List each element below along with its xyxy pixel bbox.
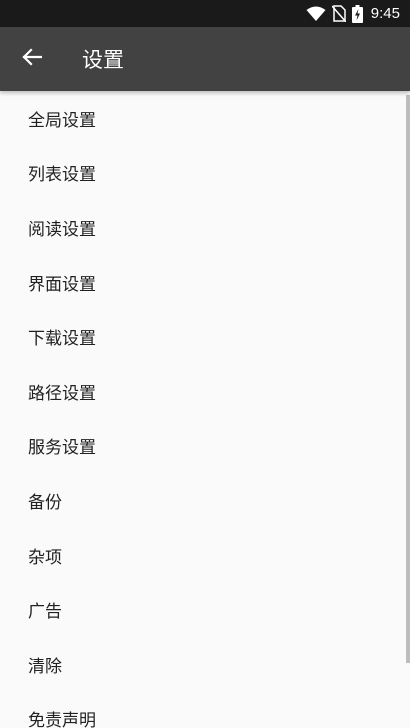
status-bar: 9:45 <box>0 0 410 27</box>
status-clock: 9:45 <box>370 5 400 22</box>
wifi-icon <box>306 6 326 22</box>
back-button[interactable] <box>0 27 64 91</box>
settings-item-global[interactable]: 全局设置 <box>0 91 410 146</box>
app-bar: 设置 <box>0 27 410 91</box>
battery-charging-icon <box>351 4 363 23</box>
settings-item-path[interactable]: 路径设置 <box>0 364 410 419</box>
settings-item-download[interactable]: 下载设置 <box>0 309 410 364</box>
settings-item-list[interactable]: 列表设置 <box>0 146 410 201</box>
page-title: 设置 <box>82 48 124 72</box>
settings-item-disclaimer[interactable]: 免责声明 <box>0 692 410 728</box>
settings-item-interface[interactable]: 界面设置 <box>0 255 410 310</box>
settings-item-misc[interactable]: 杂项 <box>0 528 410 583</box>
settings-item-service[interactable]: 服务设置 <box>0 419 410 474</box>
settings-item-backup[interactable]: 备份 <box>0 473 410 528</box>
arrow-left-icon <box>22 47 43 71</box>
settings-item-reading[interactable]: 阅读设置 <box>0 200 410 255</box>
settings-item-ads[interactable]: 广告 <box>0 582 410 637</box>
scrollbar[interactable] <box>406 95 410 663</box>
settings-item-clear[interactable]: 清除 <box>0 637 410 692</box>
no-sim-icon <box>331 5 346 22</box>
settings-list: 全局设置 列表设置 阅读设置 界面设置 下载设置 路径设置 服务设置 备份 杂项… <box>0 91 410 728</box>
